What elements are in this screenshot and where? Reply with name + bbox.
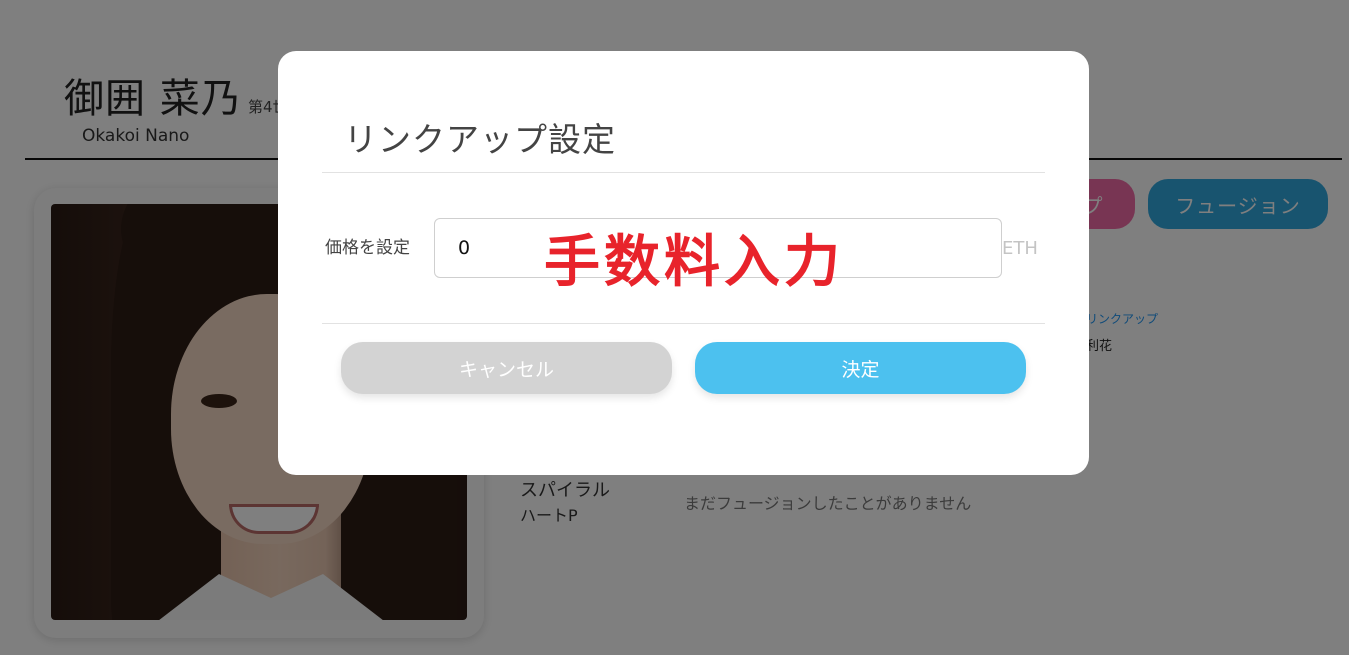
confirm-button[interactable]: 決定 [695, 342, 1026, 394]
currency-unit: ETH [1002, 238, 1038, 259]
price-label: 価格を設定 [325, 238, 410, 258]
price-input[interactable] [434, 218, 1002, 278]
dialog-title: リンクアップ設定 [344, 120, 616, 159]
dialog-divider-top [322, 172, 1045, 173]
linkup-settings-dialog: リンクアップ設定 価格を設定 ETH 手数料入力 キャンセル 決定 [278, 51, 1089, 475]
cancel-button[interactable]: キャンセル [341, 342, 672, 394]
dialog-divider-bottom [322, 323, 1045, 324]
